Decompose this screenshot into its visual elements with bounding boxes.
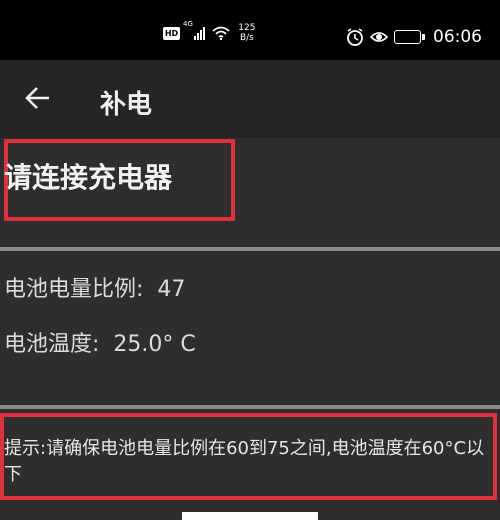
- battery-icon: 47: [394, 30, 421, 44]
- clock: 06:06: [433, 27, 482, 47]
- network-speed: 125 B/s: [236, 23, 258, 43]
- speed-unit: B/s: [239, 33, 254, 43]
- signal-icon: [193, 26, 205, 40]
- battery-temp-value: 25.0° C: [113, 332, 196, 357]
- battery-temp-row: 电池温度: 25.0° C: [4, 326, 196, 358]
- hint-text: 提示:请确保电池电量比例在60到75之间,电池温度在60°C以下: [4, 438, 485, 485]
- app-bar: 补电: [0, 60, 500, 138]
- alarm-icon: [347, 28, 363, 46]
- divider-top: [0, 247, 500, 251]
- wifi-icon: [212, 26, 230, 40]
- network-type: 4G: [183, 20, 193, 28]
- page-title: 补电: [100, 90, 153, 120]
- home-indicator[interactable]: [182, 512, 318, 520]
- connect-charger-prompt: 请连接充电器: [4, 161, 173, 194]
- status-left-group: HD 4G 125 B/s: [163, 20, 258, 44]
- status-right-group: 47 06:06: [346, 27, 482, 47]
- battery-ratio-label: 电池电量比例:: [4, 277, 144, 302]
- back-arrow-icon[interactable]: [24, 84, 52, 112]
- eye-comfort-icon: [370, 32, 388, 42]
- battery-level-text: 47: [401, 31, 414, 41]
- divider-bottom: [0, 405, 500, 409]
- status-bar: HD 4G 125 B/s 47 06:06: [0, 0, 500, 60]
- battery-tip: [422, 34, 425, 40]
- speed-value: 125: [238, 23, 256, 33]
- hd-badge: HD: [163, 26, 180, 40]
- battery-ratio-value: 47: [157, 277, 186, 302]
- battery-temp-label: 电池温度:: [4, 332, 100, 357]
- battery-ratio-row: 电池电量比例: 47: [4, 271, 185, 303]
